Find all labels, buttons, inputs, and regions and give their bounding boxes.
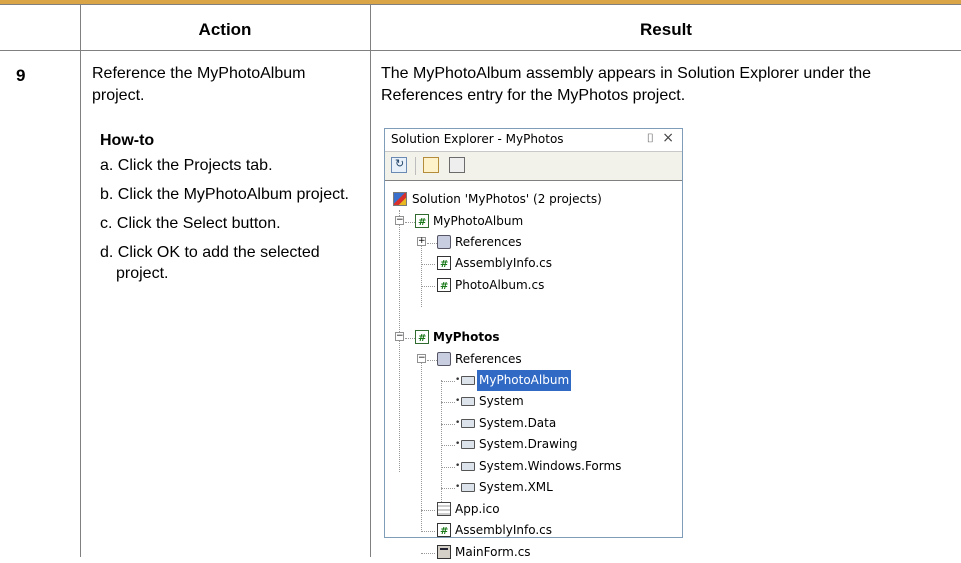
tree-node-label: System.Windows.Forms: [479, 459, 622, 473]
tree-node-label: App.ico: [455, 502, 500, 516]
header-action: Action: [198, 20, 252, 39]
reference-arrow-icon: •: [455, 461, 461, 471]
references-folder-icon: [437, 352, 451, 366]
references-folder-icon: [437, 235, 451, 249]
tree-node-label: System.Drawing: [479, 437, 578, 451]
collapse-icon[interactable]: −: [417, 354, 426, 363]
tree-node-label: MainForm.cs: [455, 545, 531, 559]
column-divider-1: [80, 4, 81, 557]
tree-node-app-ico[interactable]: App.ico: [385, 499, 675, 520]
close-icon[interactable]: ×: [662, 130, 674, 146]
tree-node-ref-system-xml[interactable]: • System.XML: [385, 477, 675, 498]
reference-icon: [461, 462, 475, 471]
show-all-files-icon[interactable]: [423, 157, 439, 173]
reference-icon: [461, 376, 475, 385]
solution-explorer-window: Solution Explorer - MyPhotos ⌷ × ↻ Solut…: [384, 128, 683, 559]
reference-arrow-icon: •: [455, 396, 461, 406]
tree-node-label: References: [455, 352, 522, 366]
reference-icon: [461, 419, 475, 428]
tree-node-label: References: [455, 235, 522, 249]
tree-node-ref-system[interactable]: • System: [385, 391, 675, 412]
tree-node-ref-myphotoalbum[interactable]: • MyPhotoAlbum: [385, 370, 675, 391]
refresh-icon[interactable]: ↻: [391, 157, 407, 173]
tree-node-label: System.XML: [479, 480, 553, 494]
howto-step: d. Click OK to add the selected project.: [100, 244, 320, 282]
solution-explorer-toolbar: ↻: [385, 152, 682, 181]
toolbar-separator: [415, 157, 416, 175]
tree-node-label: System: [479, 394, 524, 408]
column-divider-2: [370, 4, 371, 557]
tree-node-label: AssemblyInfo.cs: [455, 523, 553, 537]
csharp-file-icon: [437, 521, 451, 542]
tree-node-label-selected: MyPhotoAlbum: [477, 370, 572, 391]
tree-node-label: MyPhotos: [433, 330, 500, 344]
icon-file-icon: [437, 502, 451, 516]
action-text: Reference the MyPhotoAlbum project.: [92, 65, 306, 104]
solution-icon: [393, 192, 407, 206]
tree-node-mpa-assemblyinfo[interactable]: AssemblyInfo.cs: [385, 253, 675, 275]
tree-node-label: PhotoAlbum.cs: [455, 278, 545, 292]
table-top-border: [0, 4, 961, 5]
tree-node-ref-system-drawing[interactable]: • System.Drawing: [385, 434, 675, 455]
howto-step: b. Click the MyPhotoAlbum project.: [100, 186, 349, 203]
tree-node-ref-system-windows-forms[interactable]: • System.Windows.Forms: [385, 456, 675, 477]
expand-icon[interactable]: +: [417, 237, 426, 246]
step-number: 9: [16, 66, 26, 85]
howto-title: How-to: [100, 132, 155, 149]
reference-arrow-icon: •: [455, 418, 461, 428]
collapse-icon[interactable]: −: [395, 332, 404, 341]
reference-arrow-icon: •: [455, 439, 461, 449]
tree-node-label: AssemblyInfo.cs: [455, 256, 553, 270]
howto-list: a. Click the Projects tab. b. Click the …: [100, 155, 370, 292]
tree-node-myphotoalbum[interactable]: − MyPhotoAlbum: [385, 211, 675, 233]
tree-node-mp-references[interactable]: − References: [385, 349, 675, 370]
howto-step: c. Click the Select button.: [100, 215, 281, 232]
tree-node-label: MyPhotoAlbum: [433, 214, 524, 228]
reference-icon: [461, 397, 475, 406]
result-text: The MyPhotoAlbum assembly appears in Sol…: [381, 65, 872, 104]
tree-node-label: Solution 'MyPhotos' (2 projects): [412, 192, 602, 206]
tree-node-mp-assemblyinfo[interactable]: AssemblyInfo.cs: [385, 520, 675, 542]
howto-step: a. Click the Projects tab.: [100, 157, 273, 174]
csharp-file-icon: [437, 254, 451, 275]
header-divider: [0, 50, 961, 51]
reference-icon: [461, 440, 475, 449]
csharp-project-icon: [415, 212, 429, 233]
tree-node-myphotos[interactable]: − MyPhotos: [385, 327, 675, 349]
reference-arrow-icon: •: [455, 375, 461, 385]
csharp-project-icon: [415, 328, 429, 349]
tree-node-mpa-photoalbum[interactable]: PhotoAlbum.cs: [385, 275, 675, 297]
tree-node-label: System.Data: [479, 416, 557, 430]
tree-node-mainform[interactable]: MainForm.cs: [385, 542, 675, 563]
reference-arrow-icon: •: [455, 482, 461, 492]
tree-node-mpa-references[interactable]: + References: [385, 232, 675, 253]
tree-node-solution[interactable]: Solution 'MyPhotos' (2 projects): [385, 189, 675, 210]
solution-explorer-title: Solution Explorer - MyPhotos: [391, 132, 564, 146]
header-result: Result: [640, 20, 692, 39]
properties-icon[interactable]: [449, 157, 465, 173]
tree-node-ref-system-data[interactable]: • System.Data: [385, 413, 675, 434]
pin-icon[interactable]: ⌷: [647, 131, 654, 146]
reference-icon: [461, 483, 475, 492]
csharp-file-icon: [437, 276, 451, 297]
collapse-icon[interactable]: −: [395, 216, 404, 225]
solution-explorer-titlebar: Solution Explorer - MyPhotos ⌷ ×: [385, 129, 682, 152]
